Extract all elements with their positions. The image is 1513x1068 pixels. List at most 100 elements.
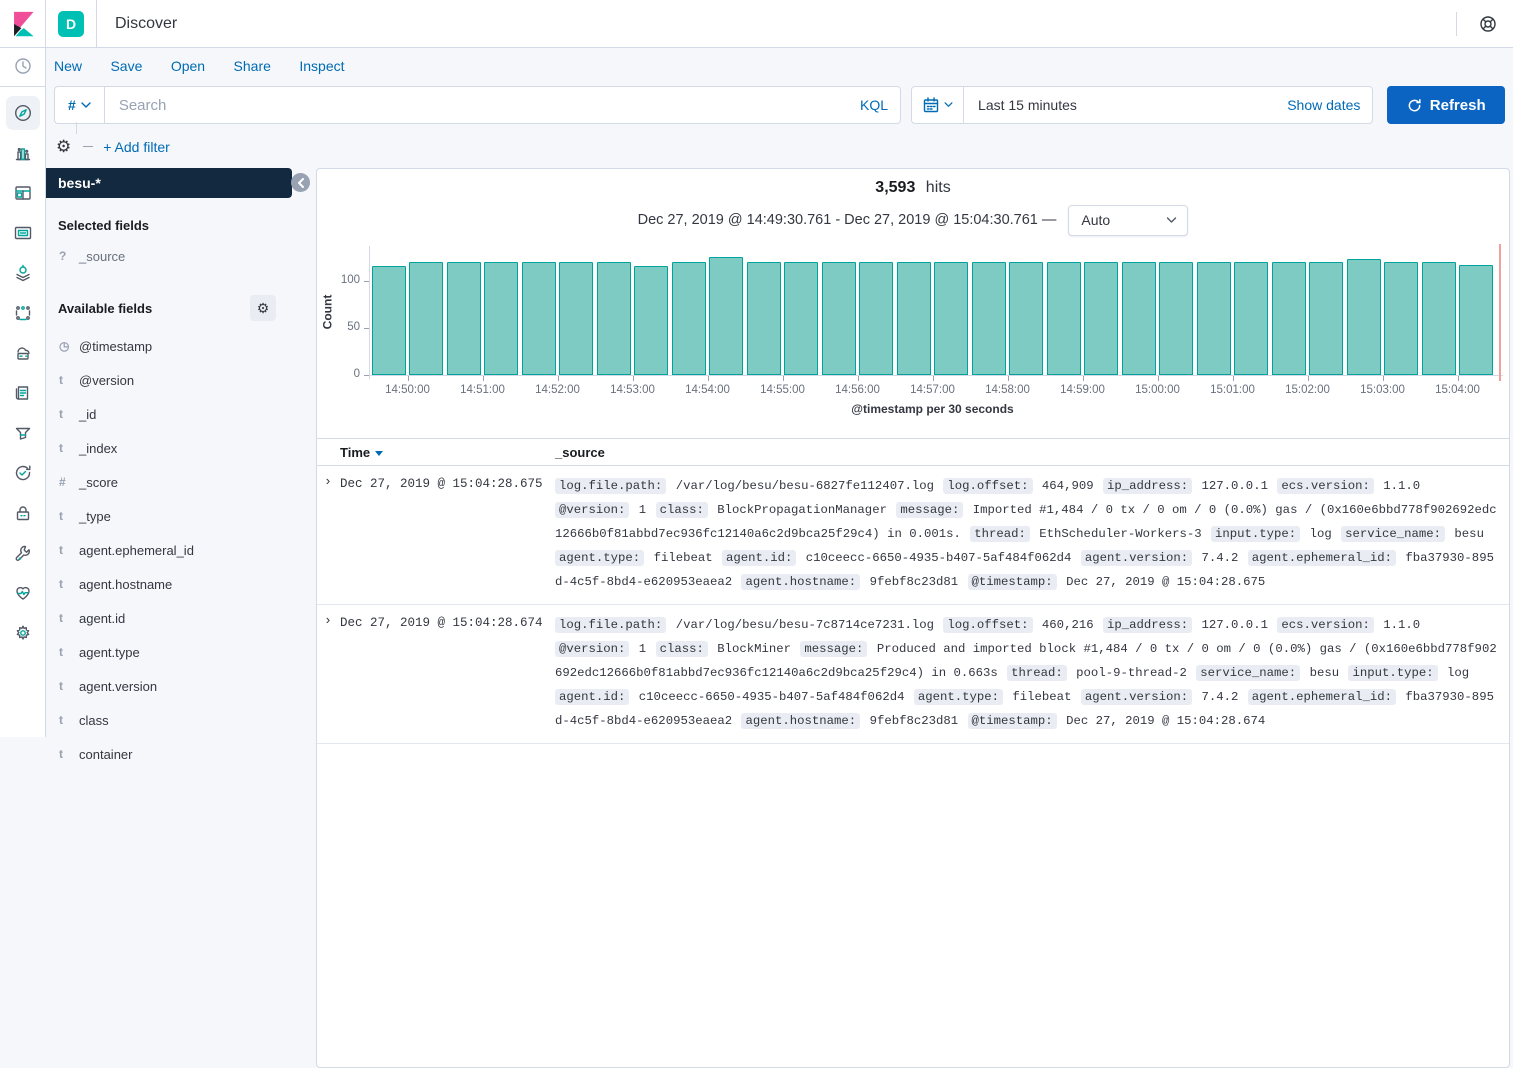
filter-options-gear-icon[interactable]: ⚙	[56, 138, 71, 155]
source-field-name: thread:	[970, 526, 1030, 542]
field-item-source[interactable]: ?_source	[46, 239, 308, 273]
collapse-sidebar-button[interactable]	[291, 173, 310, 192]
filter-language-button[interactable]: #	[54, 86, 104, 124]
histogram-bar[interactable]	[1047, 262, 1081, 375]
histogram-bar[interactable]	[559, 262, 593, 375]
expand-row-icon[interactable]: ›	[317, 474, 340, 594]
nav-machine-learning[interactable]	[0, 293, 46, 333]
histogram-bar[interactable]	[1009, 262, 1043, 375]
time-column-header[interactable]: Time	[340, 445, 555, 460]
histogram-bar[interactable]	[1422, 262, 1456, 375]
search-input[interactable]	[117, 96, 852, 115]
histogram-bar[interactable]	[409, 262, 443, 375]
kql-toggle[interactable]: KQL	[860, 97, 888, 113]
discover-menu: New Save Open Share Inspect	[46, 48, 1513, 80]
histogram-bar[interactable]	[1234, 262, 1268, 375]
field-name: agent.version	[79, 679, 157, 694]
histogram-bar[interactable]	[634, 266, 668, 375]
nav-uptime[interactable]	[0, 453, 46, 493]
histogram-bar[interactable]	[897, 262, 931, 375]
nav-siem[interactable]	[0, 493, 46, 533]
interval-select[interactable]: Auto	[1068, 205, 1188, 236]
histogram-bar[interactable]	[934, 262, 968, 375]
field-item-version[interactable]: t@version	[46, 363, 308, 397]
field-settings-button[interactable]: ⚙	[250, 295, 276, 321]
hash-filter-icon: #	[68, 97, 76, 113]
discover-app-badge[interactable]: D	[58, 11, 84, 37]
histogram-bar[interactable]	[372, 266, 406, 375]
nav-canvas[interactable]	[0, 213, 46, 253]
histogram-bar[interactable]	[484, 262, 518, 375]
refresh-button[interactable]: Refresh	[1387, 86, 1505, 124]
nav-discover[interactable]	[0, 93, 46, 133]
nav-logs[interactable]	[0, 373, 46, 413]
nav-recent[interactable]	[0, 48, 46, 84]
histogram-bar[interactable]	[522, 262, 556, 375]
menu-save[interactable]: Save	[110, 58, 142, 74]
calendar-button[interactable]	[912, 87, 964, 123]
histogram-bar[interactable]	[1084, 262, 1118, 375]
add-filter-button[interactable]: + Add filter	[103, 139, 170, 155]
source-field-value: 7.4.2	[1192, 690, 1248, 704]
field-item-score[interactable]: #_score	[46, 465, 308, 499]
page-title: Discover	[115, 15, 177, 33]
histogram-bar[interactable]	[859, 262, 893, 375]
nav-metrics[interactable]	[0, 333, 46, 373]
kibana-logo[interactable]	[0, 0, 46, 48]
histogram-bar[interactable]	[597, 262, 631, 375]
show-dates-button[interactable]: Show dates	[1287, 97, 1360, 113]
menu-share[interactable]: Share	[234, 58, 271, 74]
nav-visualize[interactable]	[0, 133, 46, 173]
histogram-bar[interactable]	[1197, 262, 1231, 375]
histogram-bar[interactable]	[1384, 262, 1418, 375]
field-item-agentversion[interactable]: tagent.version	[46, 669, 308, 703]
query-bar: # KQL Last 15 minutes Show dates Refresh	[46, 80, 1513, 124]
field-item-id[interactable]: t_id	[46, 397, 308, 431]
index-pattern-selector[interactable]: besu-*	[46, 168, 292, 198]
histogram-bar[interactable]	[1347, 259, 1381, 376]
field-name: agent.ephemeral_id	[79, 543, 194, 558]
source-field-name: log.offset:	[943, 478, 1032, 494]
time-range-value[interactable]: Last 15 minutes	[978, 97, 1077, 113]
histogram-bar[interactable]	[747, 262, 781, 375]
histogram-bar[interactable]	[784, 262, 818, 375]
field-item-agenthostname[interactable]: tagent.hostname	[46, 567, 308, 601]
source-field-value: c10ceecc-6650-4935-b407-5af484f062d4	[796, 551, 1080, 565]
field-item-type[interactable]: t_type	[46, 499, 308, 533]
source-field-value: 1.1.0	[1374, 618, 1422, 632]
histogram-bar[interactable]	[672, 262, 706, 375]
nav-dashboard[interactable]	[0, 173, 46, 213]
source-field-value: besu	[1445, 527, 1486, 541]
field-item-container[interactable]: tcontainer	[46, 737, 308, 771]
field-item-agenttype[interactable]: tagent.type	[46, 635, 308, 669]
source-field-name: agent.version:	[1081, 689, 1192, 705]
nav-apm[interactable]	[0, 413, 46, 453]
histogram-bar[interactable]	[1309, 262, 1343, 375]
field-name: container	[79, 747, 132, 762]
field-item-class[interactable]: tclass	[46, 703, 308, 737]
nav-stack-monitoring[interactable]	[0, 573, 46, 613]
histogram-bar[interactable]	[1272, 262, 1306, 375]
nav-maps[interactable]	[0, 253, 46, 293]
field-item-agentid[interactable]: tagent.id	[46, 601, 308, 635]
menu-inspect[interactable]: Inspect	[299, 58, 344, 74]
histogram-bar[interactable]	[709, 257, 743, 375]
field-item-timestamp[interactable]: ◷@timestamp	[46, 329, 308, 363]
histogram-bar[interactable]	[822, 262, 856, 375]
histogram-bar[interactable]	[1122, 262, 1156, 375]
histogram-bar[interactable]	[1459, 265, 1493, 375]
histogram-bar[interactable]	[1159, 262, 1193, 375]
histogram-bar[interactable]	[972, 262, 1006, 375]
field-name: _type	[79, 509, 111, 524]
help-icon[interactable]	[1471, 7, 1505, 41]
field-item-agentephemeralid[interactable]: tagent.ephemeral_id	[46, 533, 308, 567]
nav-management[interactable]	[0, 613, 46, 653]
expand-row-icon[interactable]: ›	[317, 613, 340, 733]
source-field-value: /var/log/besu/besu-7c8714ce7231.log	[666, 618, 943, 632]
nav-dev-tools[interactable]	[0, 533, 46, 573]
field-item-index[interactable]: t_index	[46, 431, 308, 465]
histogram-bar[interactable]	[447, 262, 481, 375]
menu-new[interactable]: New	[54, 58, 82, 74]
menu-open[interactable]: Open	[171, 58, 205, 74]
sort-descending-icon[interactable]	[375, 451, 383, 456]
